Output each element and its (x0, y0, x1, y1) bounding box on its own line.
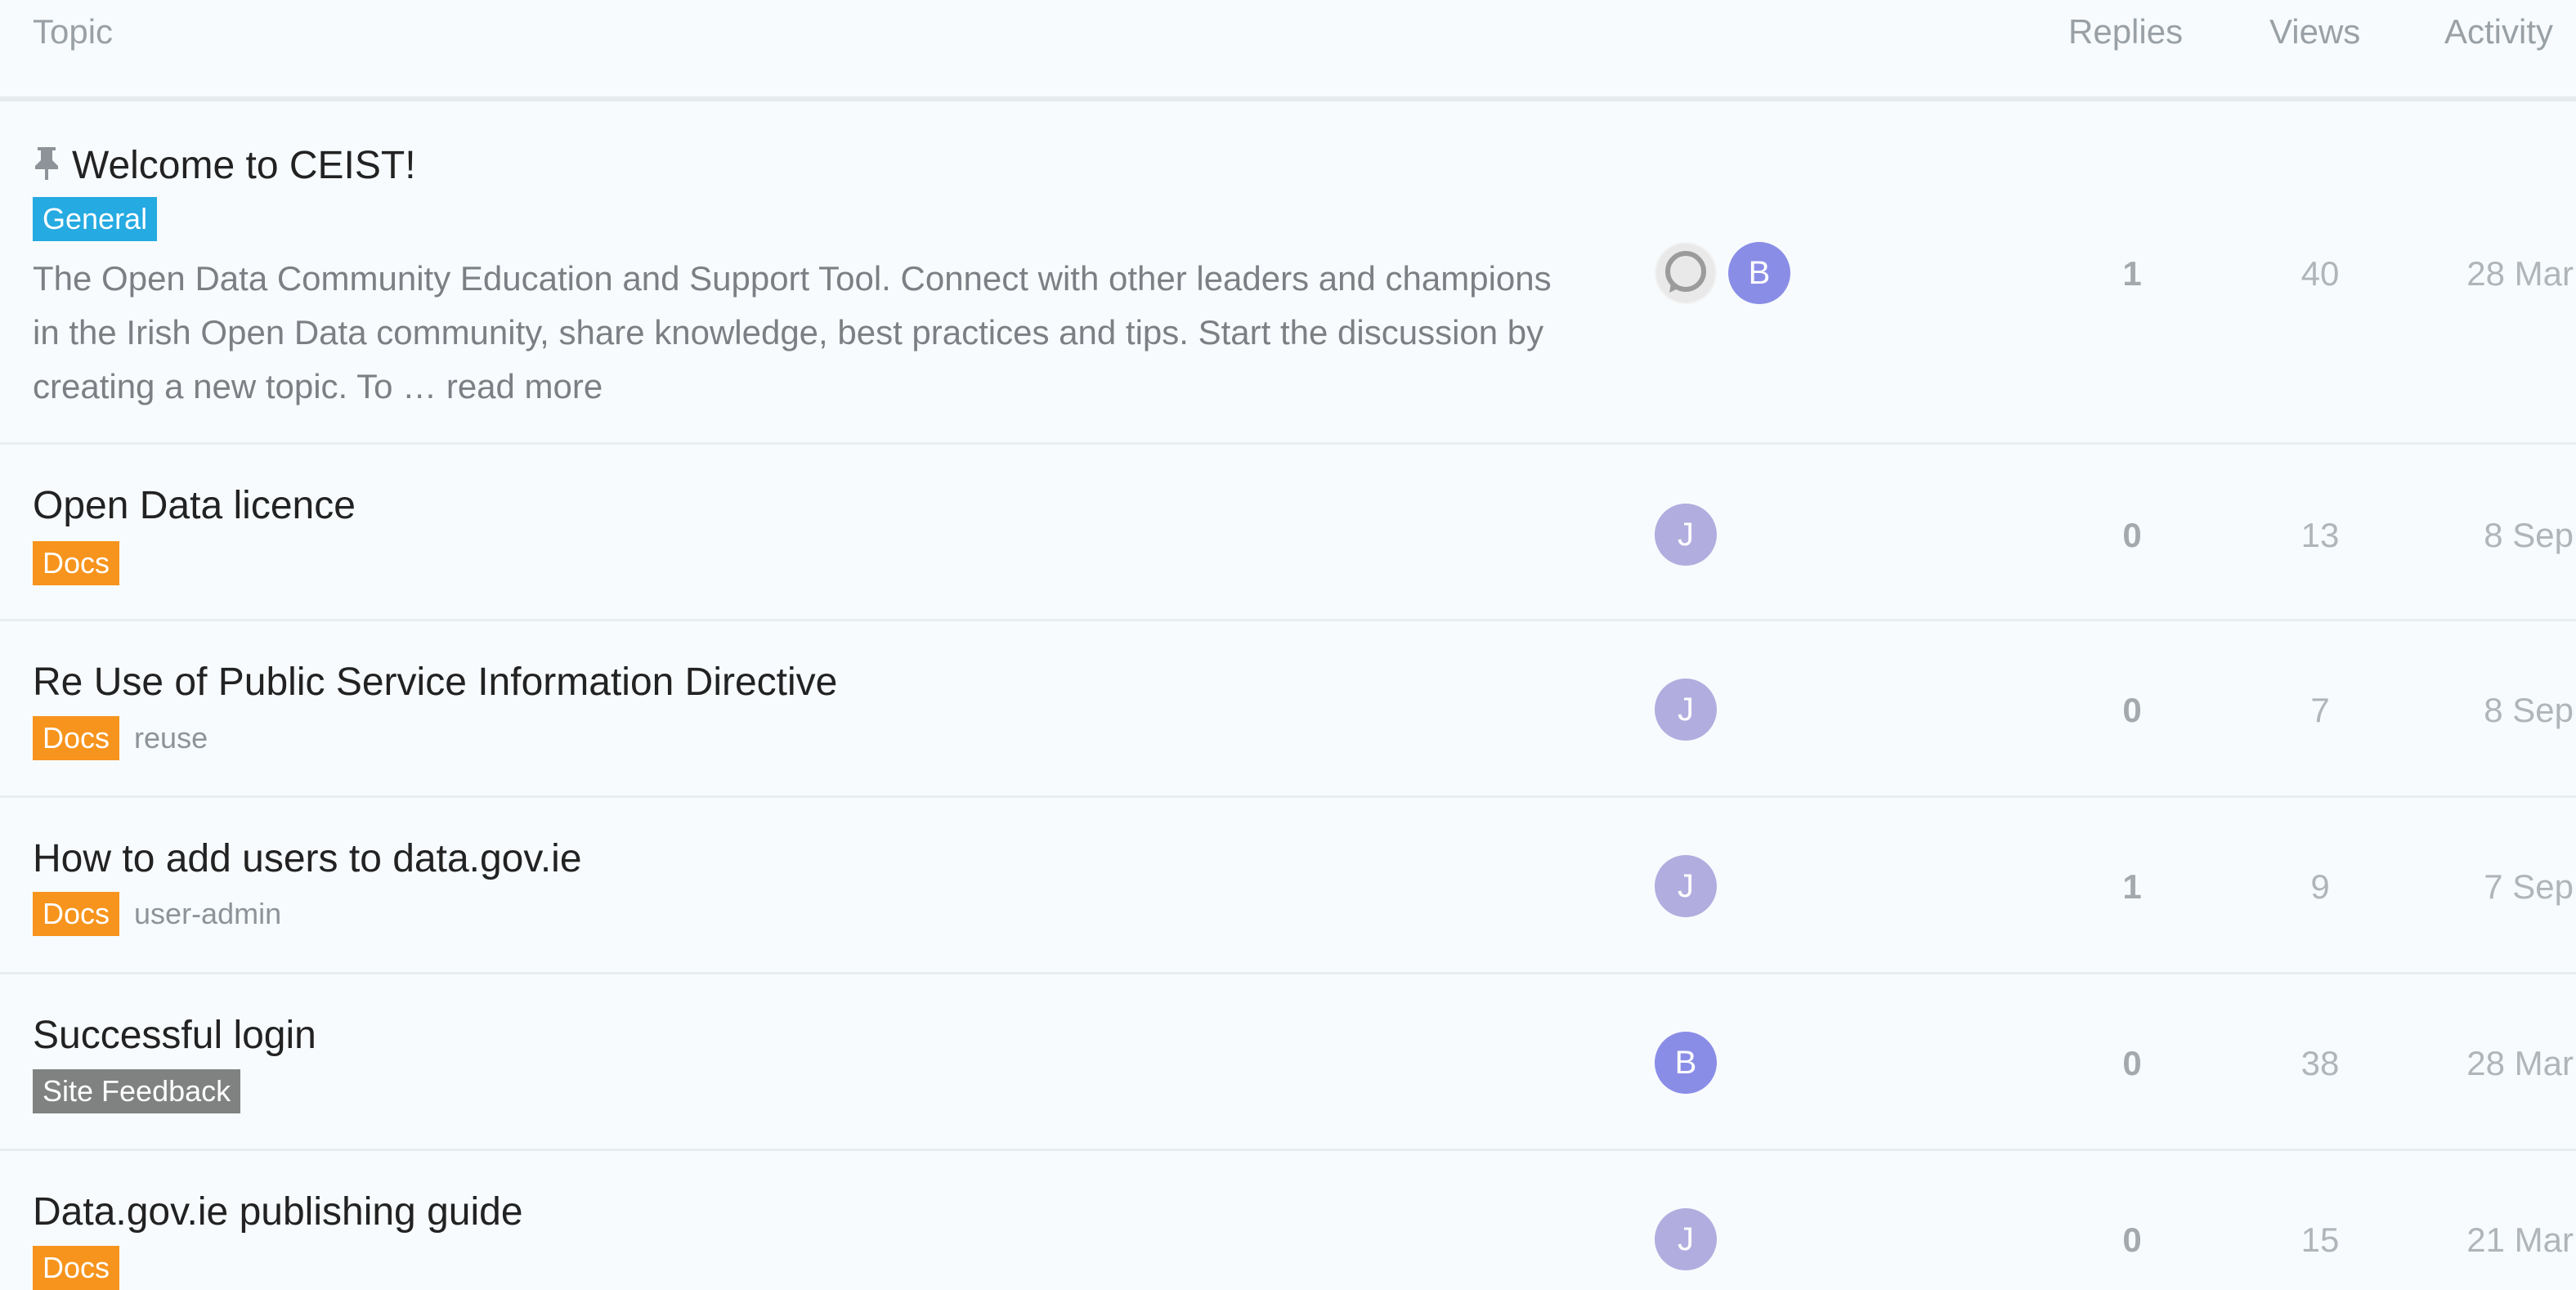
poster-avatars: J (1655, 1208, 1717, 1270)
replies-count: 0 (2122, 516, 2142, 554)
user-avatar-j[interactable]: J (1655, 679, 1717, 741)
topic-row: Welcome to CEIST! General The Open Data … (0, 101, 2576, 445)
topic-title-link[interactable]: Welcome to CEIST! (33, 142, 416, 190)
column-header-topic[interactable]: Topic (33, 11, 113, 52)
poster-avatars: J (1655, 679, 1717, 741)
topic-row: Data.gov.ie publishing guide Docs J 0 15… (0, 1151, 2576, 1290)
category-badge-docs[interactable]: Docs (33, 716, 120, 760)
views-count: 38 (2300, 1044, 2340, 1082)
activity-date[interactable]: 28 Mar (2404, 1043, 2574, 1084)
read-more-link[interactable]: read more (446, 367, 603, 405)
topic-title-link[interactable]: Open Data licence (33, 482, 356, 530)
user-avatar-j[interactable]: J (1655, 855, 1717, 917)
column-header-views[interactable]: Views (2269, 11, 2360, 52)
topic-badges: Docs (33, 541, 120, 585)
user-avatar-j[interactable]: J (1655, 504, 1717, 566)
user-avatar-b[interactable]: B (1655, 1032, 1717, 1094)
replies-count: 0 (2122, 1221, 2142, 1259)
poster-avatars: B (1655, 1032, 1717, 1094)
topic-title-link[interactable]: Re Use of Public Service Information Dir… (33, 659, 837, 706)
category-badge-general[interactable]: General (33, 197, 158, 241)
topic-row: How to add users to data.gov.ie Docs use… (0, 798, 2576, 974)
activity-date[interactable]: 28 Mar (2404, 253, 2574, 294)
category-badge-docs[interactable]: Docs (33, 892, 120, 936)
activity-date[interactable]: 8 Sep (2404, 515, 2574, 556)
user-avatar-j[interactable]: J (1655, 1208, 1717, 1270)
topic-list-header: Topic Replies Views Activity (0, 0, 2576, 101)
replies-count: 0 (2122, 1044, 2142, 1082)
column-header-replies[interactable]: Replies (2068, 11, 2183, 52)
category-badge-site-feedback[interactable]: Site Feedback (33, 1069, 241, 1113)
topic-badges: Docs reuse (33, 716, 208, 760)
topic-badges: General (33, 197, 158, 241)
replies-count: 0 (2122, 691, 2142, 729)
pin-icon (33, 146, 60, 181)
topic-excerpt: The Open Data Community Education and Su… (33, 252, 1570, 414)
poster-avatars: B (1655, 242, 1790, 304)
views-count: 40 (2300, 254, 2340, 293)
topic-list: Topic Replies Views Activity Welcome to … (0, 0, 2576, 1290)
category-badge-docs[interactable]: Docs (33, 541, 120, 585)
column-header-activity[interactable]: Activity (2444, 11, 2553, 52)
views-count: 9 (2310, 867, 2330, 906)
topic-badges: Docs user-admin (33, 892, 281, 936)
activity-date[interactable]: 8 Sep (2404, 690, 2574, 731)
topic-row: Open Data licence Docs J 0 13 8 Sep (0, 445, 2576, 621)
topic-title-link[interactable]: How to add users to data.gov.ie (33, 835, 582, 883)
topic-title: Welcome to CEIST! (72, 144, 416, 187)
topic-row: Re Use of Public Service Information Dir… (0, 621, 2576, 798)
activity-date[interactable]: 7 Sep (2404, 867, 2574, 907)
tag-user-admin[interactable]: user-admin (134, 897, 281, 931)
poster-avatars: J (1655, 855, 1717, 917)
activity-date[interactable]: 21 Mar (2404, 1220, 2574, 1261)
views-count: 7 (2310, 691, 2330, 729)
topic-row: Successful login Site Feedback B 0 38 28… (0, 974, 2576, 1151)
replies-count: 1 (2122, 254, 2142, 293)
topic-title-link[interactable]: Successful login (33, 1012, 316, 1059)
system-avatar[interactable] (1655, 242, 1717, 304)
topic-badges: Site Feedback (33, 1069, 241, 1113)
excerpt-text: The Open Data Community Education and Su… (33, 259, 1552, 405)
poster-avatars: J (1655, 504, 1717, 566)
user-avatar-b[interactable]: B (1728, 242, 1790, 304)
views-count: 13 (2300, 516, 2340, 554)
tag-reuse[interactable]: reuse (134, 721, 208, 755)
topic-title-link[interactable]: Data.gov.ie publishing guide (33, 1189, 523, 1236)
views-count: 15 (2300, 1221, 2340, 1259)
replies-count: 1 (2122, 867, 2142, 906)
